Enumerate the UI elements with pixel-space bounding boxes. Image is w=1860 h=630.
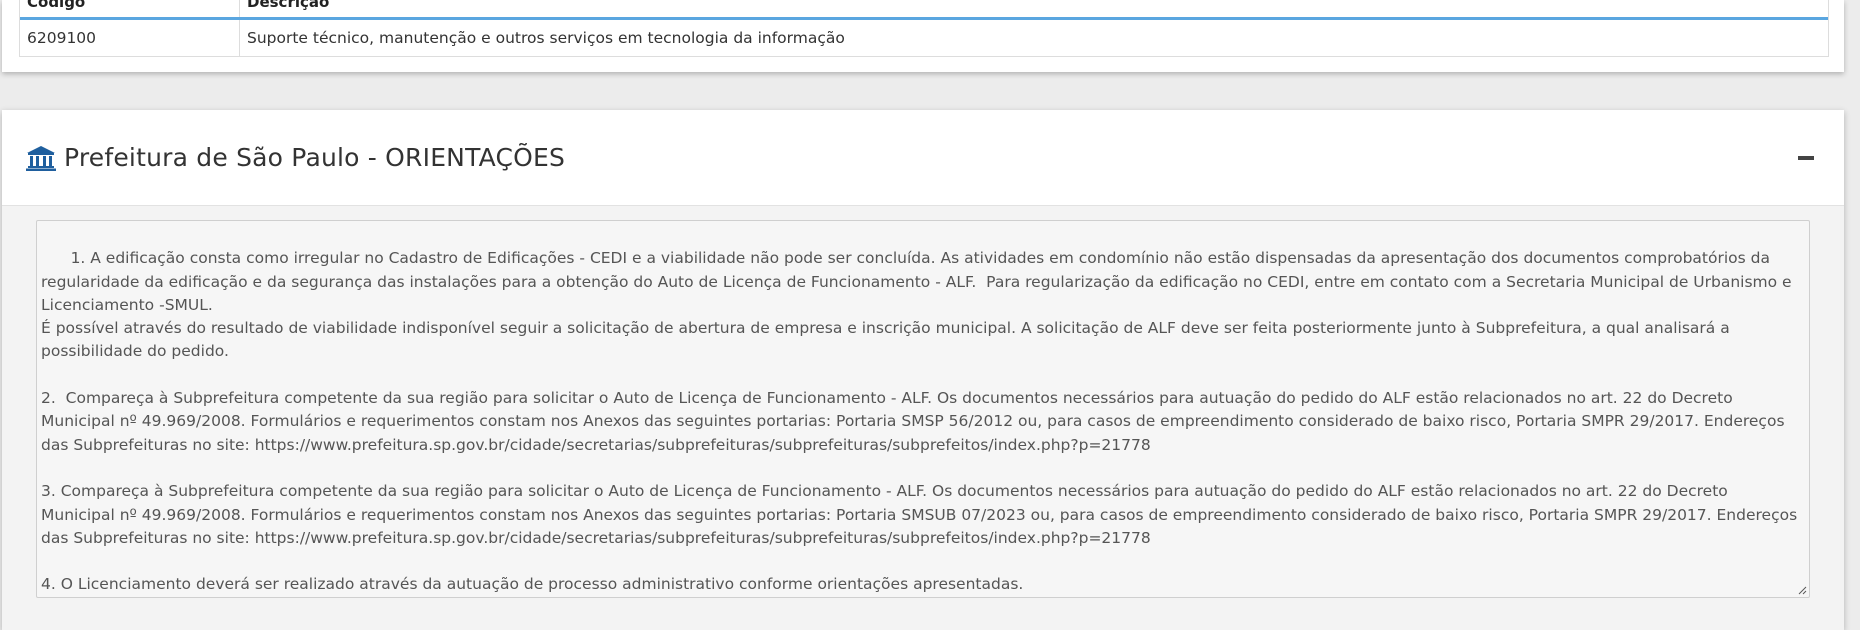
table-row: 6209100 Suporte técnico, manutenção e ou… (20, 20, 1828, 56)
bank-icon (26, 145, 56, 171)
table-header: Código Descrição (20, 0, 1828, 20)
cell-code: 6209100 (20, 20, 240, 56)
cell-description: Suporte técnico, manutenção e outros ser… (247, 29, 845, 47)
orientations-text: 1. A edificação consta como irregular no… (41, 249, 1798, 594)
cnae-card: Código Descrição 6209100 Suporte técnico… (2, 0, 1844, 72)
panel-title: Prefeitura de São Paulo - ORIENTAÇÕES (64, 143, 566, 172)
panel-body: 1. A edificação consta como irregular no… (2, 206, 1844, 630)
panel-header: Prefeitura de São Paulo - ORIENTAÇÕES (2, 110, 1844, 206)
orientations-textarea[interactable]: 1. A edificação consta como irregular no… (36, 220, 1810, 598)
orientations-panel: Prefeitura de São Paulo - ORIENTAÇÕES 1.… (2, 110, 1844, 630)
cnae-table: Código Descrição 6209100 Suporte técnico… (19, 0, 1829, 57)
minus-icon[interactable] (1798, 156, 1814, 160)
header-description[interactable]: Descrição (240, 0, 1828, 17)
header-code[interactable]: Código (20, 0, 240, 17)
resize-handle-icon[interactable] (1797, 585, 1807, 595)
